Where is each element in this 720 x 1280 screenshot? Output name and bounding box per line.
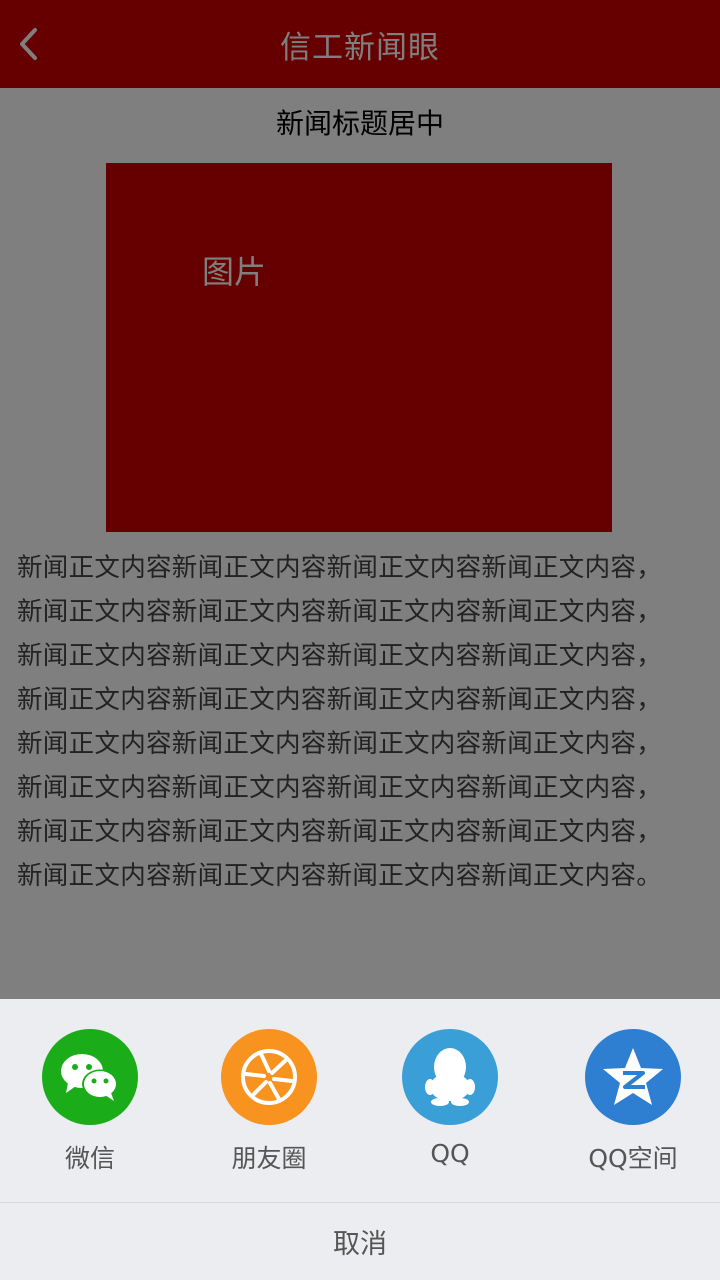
- wechat-icon: [42, 1029, 138, 1125]
- share-wechat-label: 微信: [64, 1144, 115, 1173]
- moments-icon: [221, 1029, 317, 1125]
- share-qzone-label: QQ空间: [588, 1144, 678, 1173]
- news-detail-screen: 信工新闻眼 新闻标题居中 图片 新闻正文内容新闻正文内容新闻正文内容新闻正文内容…: [0, 0, 720, 1280]
- share-wechat-button[interactable]: 微信: [20, 1029, 160, 1179]
- qzone-icon: [585, 1029, 681, 1125]
- share-moments-label: 朋友圈: [231, 1144, 307, 1173]
- cancel-button[interactable]: 取消: [0, 1203, 720, 1280]
- share-moments-button[interactable]: 朋友圈: [199, 1029, 339, 1179]
- qq-icon: [402, 1029, 498, 1125]
- share-sheet: 微信 朋友圈 QQ QQ空间 取消: [0, 999, 720, 1280]
- share-qq-button[interactable]: QQ: [380, 1029, 520, 1179]
- share-qzone-button[interactable]: QQ空间: [563, 1029, 703, 1179]
- share-qq-label: QQ: [430, 1139, 470, 1168]
